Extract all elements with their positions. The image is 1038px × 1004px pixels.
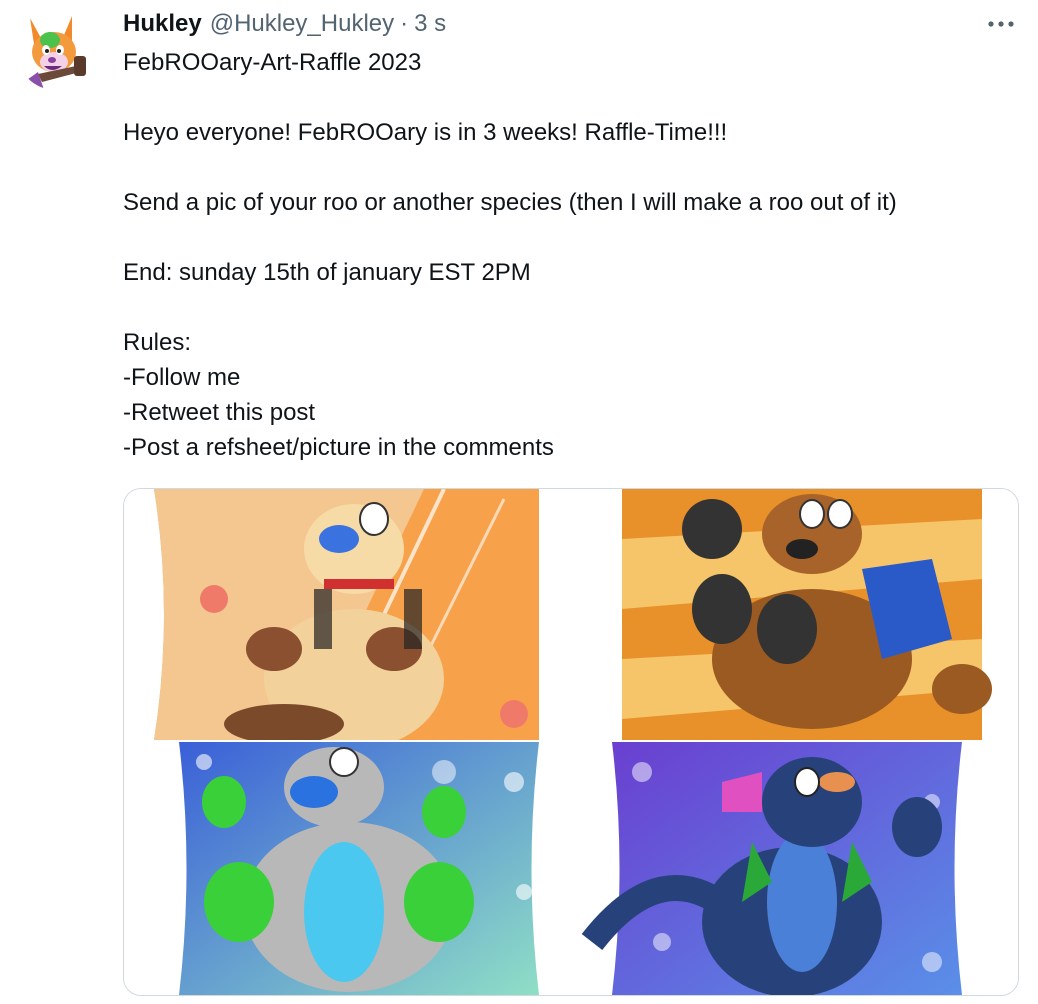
media-grid [123, 488, 1019, 996]
author-handle[interactable]: @Hukley_Hukley [210, 10, 394, 38]
tan-kangaroo-art[interactable] [124, 489, 570, 740]
more-options-button[interactable] [984, 10, 1018, 38]
header-separator: · [400, 10, 409, 37]
tweet-text: FebROOary-Art-Raffle 2023 Heyo everyone!… [123, 45, 1003, 465]
tweet-line: -Follow me [123, 364, 241, 391]
author-avatar[interactable] [16, 10, 96, 90]
kangaroo-avatar-icon [16, 10, 96, 90]
author-name[interactable]: Hukley [123, 10, 202, 38]
teal-kangaroo-image [124, 742, 570, 995]
navy-kangaroo-art[interactable] [572, 742, 1018, 995]
navy-kangaroo-image [572, 742, 1018, 995]
teal-kangaroo-art[interactable] [124, 742, 570, 995]
tweet-line: Rules: [123, 329, 192, 356]
tweet-line: Send a pic of your roo or another specie… [123, 189, 897, 216]
tweet-line: End: sunday 15th of january EST 2PM [123, 259, 531, 286]
tweet-header: Hukley @Hukley_Hukley · 3 s [123, 9, 446, 39]
more-horizontal-icon [988, 21, 1014, 27]
tweet-line: -Post a refsheet/picture in the comments [123, 434, 554, 461]
tan-kangaroo-image [124, 489, 570, 740]
brown-kangaroo-image [572, 489, 1018, 740]
tweet-line: FebROOary-Art-Raffle 2023 [123, 49, 422, 76]
tweet-line: Heyo everyone! FebROOary is in 3 weeks! … [123, 119, 728, 146]
brown-kangaroo-art[interactable] [572, 489, 1018, 740]
tweet-timestamp[interactable]: 3 s [414, 10, 446, 38]
tweet-line: -Retweet this post [123, 399, 316, 426]
